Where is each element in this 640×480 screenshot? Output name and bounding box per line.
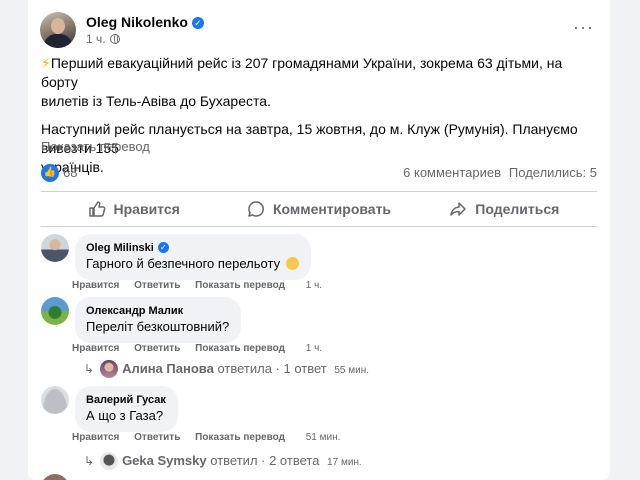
comment-bubble: Олександр Малик Переліт безкоштовний?	[75, 297, 242, 343]
comment-bubble-icon	[248, 201, 264, 217]
commenter-name-text[interactable]: Oleg Milinski	[86, 242, 154, 254]
lightning-emoji-icon: ⚡	[41, 55, 51, 71]
reply-arrow-icon: ↳	[84, 454, 95, 468]
thumbs-up-icon	[88, 201, 105, 217]
reply-time: 17 мин.	[327, 457, 362, 468]
next-comment-avatar[interactable]	[41, 474, 69, 480]
commenter-avatar[interactable]	[41, 386, 69, 414]
comment-actions: Нравится Ответить Показать перевод 1 ч.	[72, 280, 334, 291]
commenter-name[interactable]: Валерий Гусак	[86, 393, 166, 407]
globe-icon	[109, 34, 120, 44]
author-name[interactable]: Oleg Nikolenko ✓	[86, 14, 204, 30]
replier-avatar	[100, 452, 119, 470]
reply-summary: ответил · 2 ответа	[210, 453, 320, 468]
comment-bubble: Валерий Гусак А що з Газа?	[75, 386, 178, 432]
reply-time: 55 мин.	[334, 365, 370, 376]
view-replies-link[interactable]: ↳ Алина Панова ответила · 1 ответ 55 мин.	[84, 360, 369, 378]
author-avatar[interactable]	[40, 12, 76, 48]
comment-like-button[interactable]: Нравится	[72, 343, 119, 354]
comment-reply-button[interactable]: Ответить	[134, 432, 180, 443]
post-paragraph-1-line-1: Перший евакуаційний рейс із 207 громадян…	[41, 55, 563, 90]
comment-button-label: Комментировать	[272, 201, 392, 217]
replier-name: Geka Symsky	[122, 453, 207, 468]
replier-avatar	[100, 360, 119, 378]
post-paragraph-1: ⚡Перший евакуаційний рейс із 207 громадя…	[41, 54, 601, 111]
translate-link[interactable]: Показать перевод	[41, 139, 150, 154]
post-header: Oleg Nikolenko ✓ 1 ч. ···	[40, 12, 600, 48]
author-name-text[interactable]: Oleg Nikolenko	[86, 14, 188, 30]
comment-translate-button[interactable]: Показать перевод	[195, 280, 285, 291]
comment-translate-button[interactable]: Показать перевод	[195, 343, 285, 354]
comment-like-button[interactable]: Нравится	[72, 432, 119, 443]
commenter-avatar[interactable]	[41, 234, 69, 262]
comment-button[interactable]: Комментировать	[226, 192, 411, 226]
more-options-icon[interactable]: ···	[573, 18, 594, 36]
comment-like-button[interactable]: Нравится	[72, 280, 119, 291]
comment-actions: Нравится Ответить Показать перевод 51 ми…	[72, 432, 352, 443]
commenter-name[interactable]: Олександр Малик	[86, 304, 229, 318]
reactions-bar: 👍 68 6 комментариев Поделились: 5	[41, 164, 597, 182]
share-arrow-icon	[450, 202, 467, 216]
comment-actions: Нравится Ответить Показать перевод 1 ч.	[72, 343, 334, 354]
commenter-name[interactable]: Oleg Milinski ✓	[86, 241, 299, 255]
reply-arrow-icon: ↳	[84, 362, 95, 376]
shares-count[interactable]: Поделились: 5	[509, 165, 597, 180]
like-button-label: Нравится	[113, 201, 180, 217]
comment-time[interactable]: 1 ч.	[306, 343, 322, 354]
comment-reply-button[interactable]: Ответить	[134, 280, 180, 291]
post-time[interactable]: 1 ч.	[86, 32, 106, 46]
comment-bubble: Oleg Milinski ✓ Гарного й безпечного пере…	[75, 234, 311, 280]
comment-text: А що з Газа?	[86, 408, 164, 423]
post-paragraph-1-line-2: вилетів із Тель-Авіва до Бухареста.	[41, 93, 271, 109]
reply-summary: ответила · 1 ответ	[217, 361, 327, 376]
like-button[interactable]: Нравится	[41, 192, 226, 226]
comment-time[interactable]: 1 ч.	[306, 280, 322, 291]
post-actions: Нравится Комментировать Поделиться	[41, 191, 597, 227]
post-card: Oleg Nikolenko ✓ 1 ч. ··· ⚡Перший евакуац…	[28, 0, 610, 480]
share-button[interactable]: Поделиться	[412, 192, 597, 226]
like-count[interactable]: 68	[63, 165, 77, 180]
comment-time[interactable]: 51 мин.	[306, 432, 341, 443]
post-meta: 1 ч.	[86, 32, 120, 46]
smile-emoji-icon	[285, 257, 299, 270]
verified-badge-icon: ✓	[191, 17, 204, 29]
verified-badge-icon: ✓	[157, 242, 169, 253]
comment-translate-button[interactable]: Показать перевод	[195, 432, 285, 443]
replier-name: Алина Панова	[122, 361, 214, 376]
share-button-label: Поделиться	[475, 201, 560, 217]
view-replies-link[interactable]: ↳ Geka Symsky ответил · 2 ответа 17 мин.	[84, 452, 362, 470]
commenter-avatar[interactable]	[41, 297, 69, 325]
like-reaction-icon[interactable]: 👍	[41, 164, 59, 182]
comment-text: Переліт безкоштовний?	[86, 319, 230, 334]
comment-reply-button[interactable]: Ответить	[134, 343, 180, 354]
comment-text-content: Гарного й безпечного перельоту	[86, 256, 281, 271]
comments-count[interactable]: 6 комментариев	[403, 165, 501, 180]
comment-text: Гарного й безпечного перельоту	[86, 255, 299, 272]
